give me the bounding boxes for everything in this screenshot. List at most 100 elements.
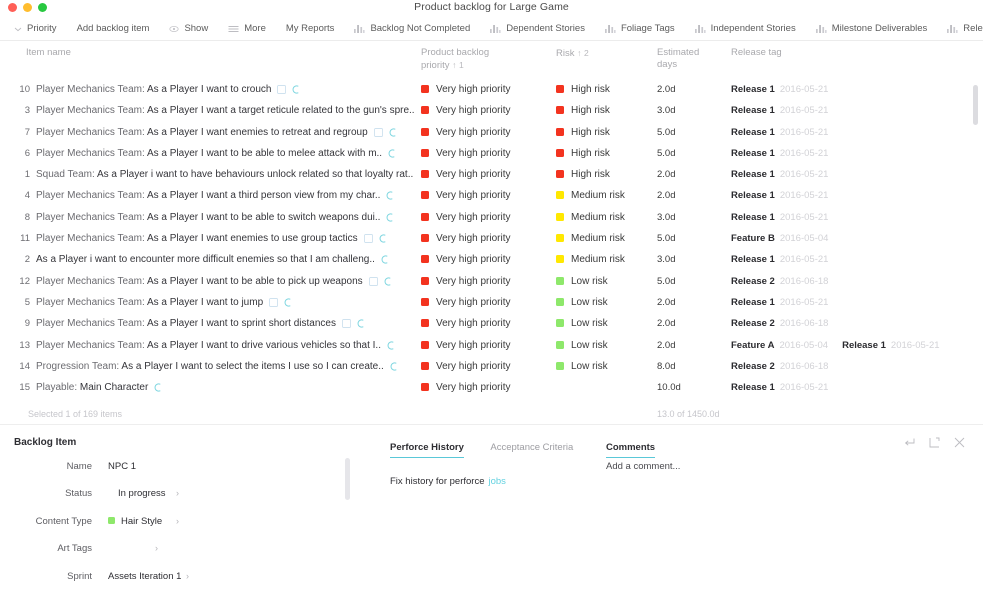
row-item-name[interactable]: Player Mechanics Team: As a Player I wan… xyxy=(36,185,395,208)
toolbar-report-milestone-deliverables[interactable]: Milestone Deliverables xyxy=(816,23,928,34)
row-risk[interactable]: Medium risk xyxy=(556,207,625,228)
row-estimated-days[interactable]: 3.0d xyxy=(657,207,676,228)
chevron-right-icon[interactable]: › xyxy=(155,543,158,553)
row-estimated-days[interactable]: 8.0d xyxy=(657,356,676,377)
toolbar-add-backlog-item[interactable]: Add backlog item xyxy=(77,23,150,34)
row-estimated-days[interactable]: 2.0d xyxy=(657,185,676,206)
row-item-name[interactable]: Player Mechanics Team: As a Player I wan… xyxy=(36,228,388,251)
row-estimated-days[interactable]: 5.0d xyxy=(657,143,676,164)
detail-field-value[interactable]: In progress xyxy=(118,488,166,499)
row-item-name[interactable]: Squad Team: As a Player i want to have b… xyxy=(36,164,413,185)
row-priority[interactable]: Very high priority xyxy=(421,228,510,249)
row-release-tag[interactable]: Release 12016-05-21 xyxy=(731,249,828,270)
tab-perforce-history[interactable]: Perforce History xyxy=(390,442,464,458)
table-row[interactable]: 1Squad Team: As a Player i want to have … xyxy=(0,164,983,185)
table-row[interactable]: 4Player Mechanics Team: As a Player I wa… xyxy=(0,185,983,206)
checkbox-outline-icon[interactable] xyxy=(277,81,286,102)
row-release-tag[interactable]: Release 12016-05-21 xyxy=(731,292,828,313)
column-header-risk[interactable]: Risk ↑ 2 xyxy=(556,47,589,60)
row-release-tag[interactable]: Release 12016-05-21 xyxy=(731,143,828,164)
row-risk[interactable]: High risk xyxy=(556,143,610,164)
detail-field-value[interactable]: NPC 1 xyxy=(108,461,136,472)
row-risk[interactable]: Medium risk xyxy=(556,185,625,206)
table-row[interactable]: 9Player Mechanics Team: As a Player I wa… xyxy=(0,313,983,334)
row-estimated-days[interactable]: 2.0d xyxy=(657,335,676,356)
row-estimated-days[interactable]: 5.0d xyxy=(657,122,676,143)
checkbox-outline-icon[interactable] xyxy=(342,315,351,336)
table-row[interactable]: 7Player Mechanics Team: As a Player I wa… xyxy=(0,122,983,143)
toolbar-report-backlog-not-completed[interactable]: Backlog Not Completed xyxy=(354,23,470,34)
row-risk[interactable]: Low risk xyxy=(556,356,608,377)
row-risk[interactable]: Medium risk xyxy=(556,249,625,270)
row-risk[interactable]: Medium risk xyxy=(556,228,625,249)
toolbar-report-dependent-stories[interactable]: Dependent Stories xyxy=(490,23,585,34)
partial-circle-icon[interactable] xyxy=(384,273,393,294)
row-risk[interactable]: Low risk xyxy=(556,335,608,356)
row-estimated-days[interactable]: 2.0d xyxy=(657,79,676,100)
partial-circle-icon[interactable] xyxy=(386,209,395,230)
table-row[interactable]: 12Player Mechanics Team: As a Player I w… xyxy=(0,271,983,292)
detail-field[interactable]: StatusIn progress› xyxy=(0,488,330,506)
detail-field[interactable]: Art Tags› xyxy=(0,543,330,561)
row-estimated-days[interactable]: 2.0d xyxy=(657,292,676,313)
checkbox-outline-icon[interactable] xyxy=(364,230,373,251)
chevron-right-icon[interactable]: › xyxy=(176,516,179,526)
row-release-tag[interactable]: Feature B2016-05-04 xyxy=(731,228,828,249)
toolbar-priority[interactable]: Priority xyxy=(14,23,57,34)
detail-field[interactable]: Content TypeHair Style› xyxy=(0,516,330,534)
row-priority[interactable]: Very high priority xyxy=(421,207,510,228)
toolbar-my-reports[interactable]: My Reports xyxy=(286,23,335,34)
row-priority[interactable]: Very high priority xyxy=(421,356,510,377)
row-risk[interactable]: High risk xyxy=(556,122,610,143)
row-release-tag[interactable]: Release 12016-05-21 xyxy=(731,185,828,206)
row-priority[interactable]: Very high priority xyxy=(421,313,510,334)
row-item-name[interactable]: Player Mechanics Team: As a Player I wan… xyxy=(36,79,301,102)
row-priority[interactable]: Very high priority xyxy=(421,79,510,100)
table-row[interactable]: 3Player Mechanics Team: As a Player I wa… xyxy=(0,100,983,121)
row-estimated-days[interactable]: 5.0d xyxy=(657,271,676,292)
partial-circle-icon[interactable] xyxy=(357,315,366,336)
row-item-name[interactable]: Player Mechanics Team: As a Player I wan… xyxy=(36,313,366,336)
row-priority[interactable]: Very high priority xyxy=(421,335,510,356)
checkbox-outline-icon[interactable] xyxy=(374,124,383,145)
table-vertical-scrollbar[interactable] xyxy=(973,85,978,125)
expand-icon[interactable] xyxy=(929,437,940,448)
comments-title[interactable]: Comments xyxy=(606,442,655,458)
partial-circle-icon[interactable] xyxy=(388,145,397,166)
row-priority[interactable]: Very high priority xyxy=(421,143,510,164)
row-estimated-days[interactable]: 3.0d xyxy=(657,249,676,270)
row-risk[interactable]: High risk xyxy=(556,79,610,100)
table-horizontal-scrollbar-track[interactable] xyxy=(0,394,983,403)
table-row[interactable]: 14Progression Team: As a Player I want t… xyxy=(0,356,983,377)
row-estimated-days[interactable]: 2.0d xyxy=(657,313,676,334)
table-row[interactable]: 5Player Mechanics Team: As a Player I wa… xyxy=(0,292,983,313)
checkbox-outline-icon[interactable] xyxy=(369,273,378,294)
chevron-right-icon[interactable]: › xyxy=(176,488,179,498)
row-priority[interactable]: Very high priority xyxy=(421,292,510,313)
row-release-tag[interactable]: Release 22016-06-18 xyxy=(731,356,828,377)
row-release-tag[interactable]: Release 22016-06-18 xyxy=(731,271,828,292)
partial-circle-icon[interactable] xyxy=(381,251,390,272)
toolbar-report-release-1-status[interactable]: Release 1 Status xyxy=(947,23,983,34)
row-risk[interactable]: Low risk xyxy=(556,271,608,292)
table-row[interactable]: 2As a Player i want to encounter more di… xyxy=(0,249,983,270)
column-header-estimated-days[interactable]: Estimated days xyxy=(657,47,717,71)
row-priority[interactable]: Very high priority xyxy=(421,100,510,121)
row-priority[interactable]: Very high priority xyxy=(421,249,510,270)
detail-field-value[interactable]: Assets Iteration 1 xyxy=(108,571,181,582)
partial-circle-icon[interactable] xyxy=(389,124,398,145)
close-icon[interactable] xyxy=(954,437,965,448)
row-item-name[interactable]: Player Mechanics Team: As a Player I wan… xyxy=(36,292,293,315)
toolbar-report-foliage-tags[interactable]: Foliage Tags xyxy=(605,23,675,34)
toolbar-more[interactable]: More xyxy=(228,23,266,34)
partial-circle-icon[interactable] xyxy=(386,187,395,208)
row-release-tag[interactable]: Release 12016-05-21 xyxy=(731,79,828,100)
row-item-name[interactable]: Progression Team: As a Player I want to … xyxy=(36,356,399,379)
enter-icon[interactable] xyxy=(904,437,915,448)
row-priority[interactable]: Very high priority xyxy=(421,122,510,143)
row-item-name[interactable]: Player Mechanics Team: As a Player I wan… xyxy=(36,143,397,166)
table-row[interactable]: 6Player Mechanics Team: As a Player I wa… xyxy=(0,143,983,164)
row-estimated-days[interactable]: 5.0d xyxy=(657,228,676,249)
detail-field-value[interactable]: Hair Style xyxy=(108,516,162,527)
row-release-tag[interactable]: Release 12016-05-21 xyxy=(731,207,828,228)
